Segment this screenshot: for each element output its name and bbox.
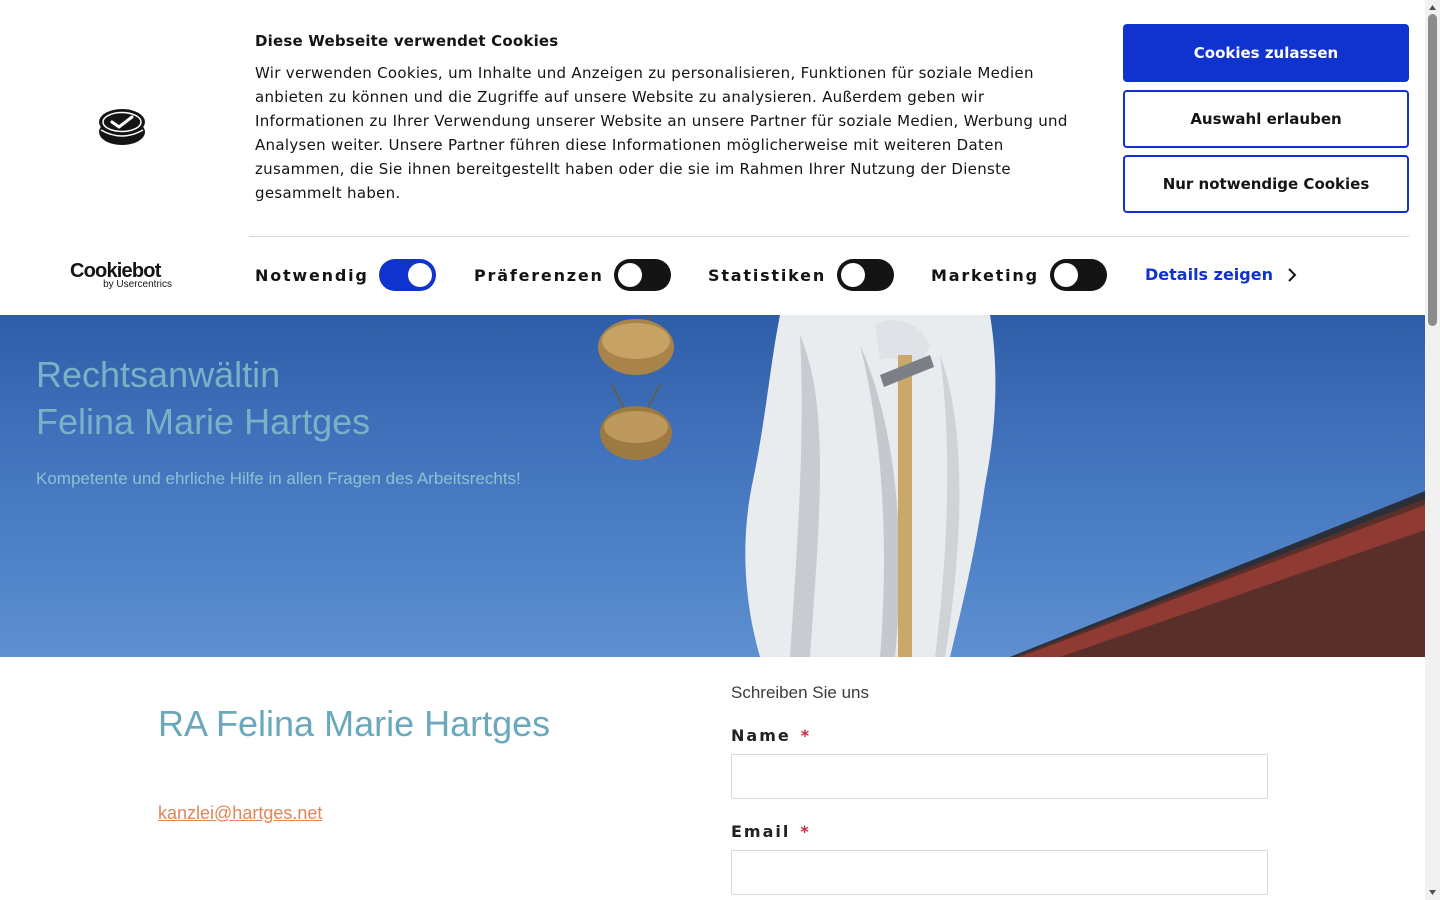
email-label-text: Email	[731, 822, 791, 841]
cookie-consent-banner: Diese Webseite verwendet Cookies Wir ver…	[0, 0, 1425, 315]
hero-banner: Rechtsanwältin Felina Marie Hartges Komp…	[0, 315, 1425, 657]
scroll-down-arrow-icon[interactable]	[1428, 888, 1437, 897]
show-details-label: Details zeigen	[1145, 265, 1273, 284]
scroll-up-arrow-icon[interactable]	[1428, 3, 1437, 12]
allow-selection-button[interactable]: Auswahl erlauben	[1123, 90, 1409, 148]
name-input[interactable]	[731, 754, 1268, 799]
lawyer-name-heading: RA Felina Marie Hartges	[158, 703, 551, 744]
hero-title-line-2: Felina Marie Hartges	[36, 401, 371, 442]
email-input[interactable]	[731, 850, 1268, 895]
page-scrollbar[interactable]	[1425, 0, 1440, 900]
allow-all-cookies-button[interactable]: Cookies zulassen	[1123, 24, 1409, 82]
toggle-marketing-label: Marketing	[931, 265, 1039, 285]
cookiebot-logo-sub: by Usercentrics	[103, 279, 172, 290]
name-label-text: Name	[731, 726, 791, 745]
toggle-preferences: Präferenzen	[474, 258, 671, 292]
cookie-banner-title: Diese Webseite verwendet Cookies	[255, 32, 559, 50]
chevron-right-icon	[1288, 267, 1297, 282]
contact-email-link[interactable]: kanzlei@hartges.net	[158, 803, 322, 824]
cookiebot-brand-icon	[99, 109, 145, 145]
switch-knob	[408, 263, 432, 287]
toggle-preferences-label: Präferenzen	[474, 265, 604, 285]
toggle-necessary-label: Notwendig	[255, 265, 369, 285]
cookie-banner-divider	[249, 236, 1409, 237]
toggle-statistics-switch[interactable]	[837, 259, 894, 291]
cookiebot-logo: Cookiebot by Usercentrics	[70, 260, 174, 292]
toggle-statistics: Statistiken	[708, 258, 894, 292]
hero-title-line-1: Rechtsanwältin	[36, 354, 281, 395]
toggle-necessary-switch[interactable]	[379, 259, 436, 291]
required-marker: *	[800, 822, 811, 841]
name-field-label: Name *	[731, 726, 811, 745]
scrollbar-thumb[interactable]	[1428, 14, 1437, 326]
switch-knob	[618, 263, 642, 287]
toggle-necessary: Notwendig	[255, 258, 436, 292]
hero-title: Rechtsanwältin Felina Marie Hartges	[36, 351, 370, 445]
toggle-marketing-switch[interactable]	[1050, 259, 1107, 291]
cookie-banner-description: Wir verwenden Cookies, um Inhalte und An…	[255, 64, 1068, 202]
necessary-cookies-only-button[interactable]: Nur notwendige Cookies	[1123, 155, 1409, 213]
show-details-link[interactable]: Details zeigen	[1145, 265, 1297, 284]
toggle-statistics-label: Statistiken	[708, 265, 827, 285]
switch-knob	[1054, 263, 1078, 287]
toggle-marketing: Marketing	[931, 258, 1107, 292]
hero-subtitle: Kompetente und ehrliche Hilfe in allen F…	[36, 469, 521, 488]
toggle-preferences-switch[interactable]	[614, 259, 671, 291]
contact-form-heading: Schreiben Sie uns	[731, 683, 869, 702]
email-field-label: Email *	[731, 822, 811, 841]
required-marker: *	[800, 726, 812, 745]
switch-knob	[841, 263, 865, 287]
